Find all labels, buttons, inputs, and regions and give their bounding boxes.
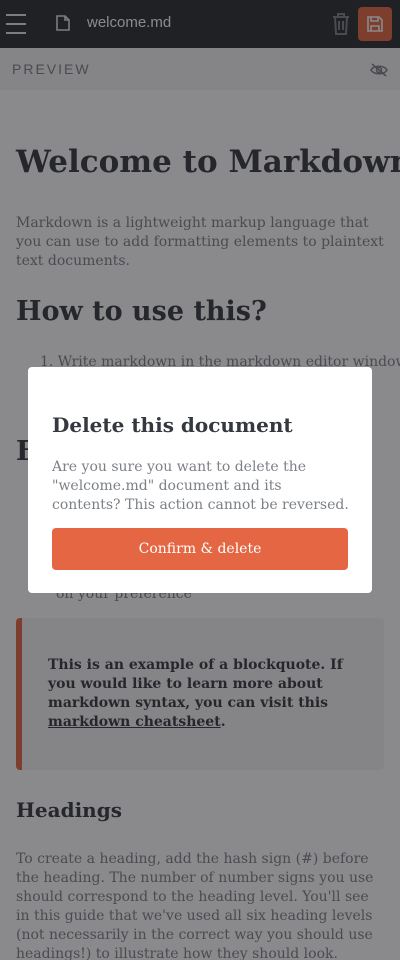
dialog-title: Delete this document: [52, 413, 293, 437]
dialog-message: Are you sure you want to delete the "wel…: [52, 459, 349, 513]
confirm-delete-button[interactable]: Confirm & delete: [52, 528, 348, 570]
delete-dialog: Delete this document Are you sure you wa…: [28, 367, 372, 593]
